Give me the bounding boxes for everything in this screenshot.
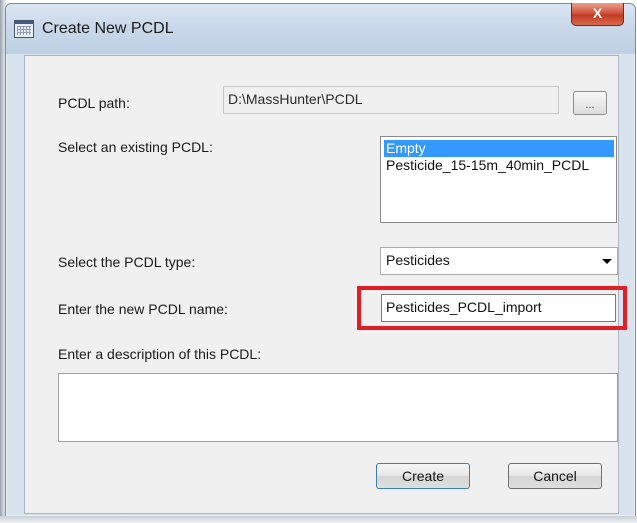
pcdl-path-field: D:\MassHunter\PCDL [223,86,559,114]
create-button[interactable]: Create [376,463,470,489]
pcdl-path-label: PCDL path: [58,95,130,111]
close-button[interactable]: X [571,3,624,26]
dialog-body: PCDL path: D:\MassHunter\PCDL ... Select… [24,55,627,514]
cancel-button[interactable]: Cancel [508,463,602,489]
create-pcdl-dialog: Create New PCDL X PCDL path: D:\MassHunt… [5,3,636,517]
description-input[interactable] [58,373,618,442]
pcdl-type-label: Select the PCDL type: [58,254,196,270]
list-item-empty[interactable]: Empty [384,140,614,157]
database-grid-icon [14,20,34,38]
chevron-down-icon [602,259,612,264]
screen: Create New PCDL X PCDL path: D:\MassHunt… [0,0,637,523]
list-item-pesticide-pcdl[interactable]: Pesticide_15-15m_40min_PCDL [384,157,589,174]
pcdl-name-input[interactable]: Pesticides_PCDL_import [381,294,616,322]
existing-pcdl-list[interactable]: Empty Pesticide_15-15m_40min_PCDL [380,136,617,223]
pcdl-type-dropdown[interactable]: Pesticides [380,247,618,275]
window-title: Create New PCDL [42,20,174,37]
taskbar-edge [0,516,637,523]
pcdl-name-label: Enter the new PCDL name: [58,301,228,317]
description-label: Enter a description of this PCDL: [58,346,262,362]
title-bar[interactable]: Create New PCDL [6,4,635,54]
pcdl-type-value: Pesticides [386,252,450,268]
existing-pcdl-label: Select an existing PCDL: [58,139,213,155]
browse-button[interactable]: ... [573,91,607,115]
